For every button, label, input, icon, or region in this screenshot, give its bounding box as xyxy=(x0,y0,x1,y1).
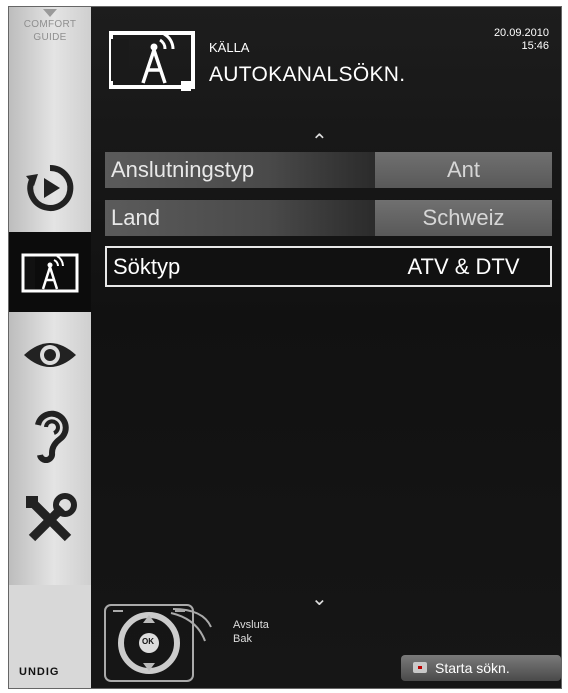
sidebar-item-picture[interactable] xyxy=(9,325,91,385)
setting-row-land[interactable]: Land Schweiz xyxy=(105,200,552,236)
page-title: AUTOKANALSÖKN. xyxy=(209,63,406,86)
comfort-guide-line1: COMFORT xyxy=(23,19,77,30)
ok-key-label: OK xyxy=(142,637,154,646)
setting-value[interactable]: Ant xyxy=(375,152,552,188)
scroll-up-icon[interactable]: ⌃ xyxy=(311,132,328,152)
tools-icon xyxy=(26,493,77,542)
sidebar-item-playback[interactable] xyxy=(9,152,91,224)
source-antenna-icon xyxy=(109,31,195,91)
setting-row-soktyp[interactable]: Söktyp ATV & DTV xyxy=(105,246,552,287)
scroll-down-icon[interactable]: ⌄ xyxy=(311,589,328,609)
setting-label: Land xyxy=(105,200,375,236)
comfort-guide-line2: GUIDE xyxy=(33,32,67,43)
remote-hint-exit: Avsluta xyxy=(233,619,269,631)
tv-menu-frame: COMFORT GUIDE UNDIG KÄLLA AUTOKANALSÖKN.… xyxy=(8,6,562,689)
sidebar-item-sound[interactable] xyxy=(9,400,91,470)
sidebar: COMFORT GUIDE UNDIG xyxy=(9,7,91,688)
eye-icon xyxy=(24,343,76,367)
setting-value[interactable]: ATV & DTV xyxy=(377,248,550,285)
sidebar-item-source[interactable] xyxy=(9,232,91,312)
setting-value[interactable]: Schweiz xyxy=(375,200,552,236)
red-key-icon xyxy=(413,662,427,673)
time-text: 15:46 xyxy=(521,40,549,52)
ear-icon xyxy=(35,410,69,463)
main-panel: KÄLLA AUTOKANALSÖKN. 20.09.2010 15:46 ⌃ … xyxy=(91,7,561,688)
setting-label: Söktyp xyxy=(107,248,377,285)
header-icon xyxy=(107,25,201,98)
date-time: 20.09.2010 15:46 xyxy=(494,27,549,53)
comfort-guide[interactable]: COMFORT GUIDE xyxy=(9,7,91,69)
header-section: KÄLLA xyxy=(209,40,250,55)
remote-control-hint xyxy=(103,597,233,688)
remote-navigation-icon xyxy=(104,604,212,682)
sidebar-item-settings[interactable] xyxy=(9,485,91,555)
source-antenna-icon xyxy=(21,253,79,293)
start-search-label: Starta sökn. xyxy=(435,660,510,676)
setting-row-anslutningstyp[interactable]: Anslutningstyp Ant xyxy=(105,152,552,188)
arrow-down-icon xyxy=(43,9,57,17)
setting-label: Anslutningstyp xyxy=(105,152,375,188)
brand-logo: UNDIG xyxy=(19,666,60,678)
start-search-button[interactable]: Starta sökn. xyxy=(401,655,561,681)
remote-hint-back: Bak xyxy=(233,633,252,645)
date-text: 20.09.2010 xyxy=(493,27,549,39)
playback-icon xyxy=(26,164,74,211)
